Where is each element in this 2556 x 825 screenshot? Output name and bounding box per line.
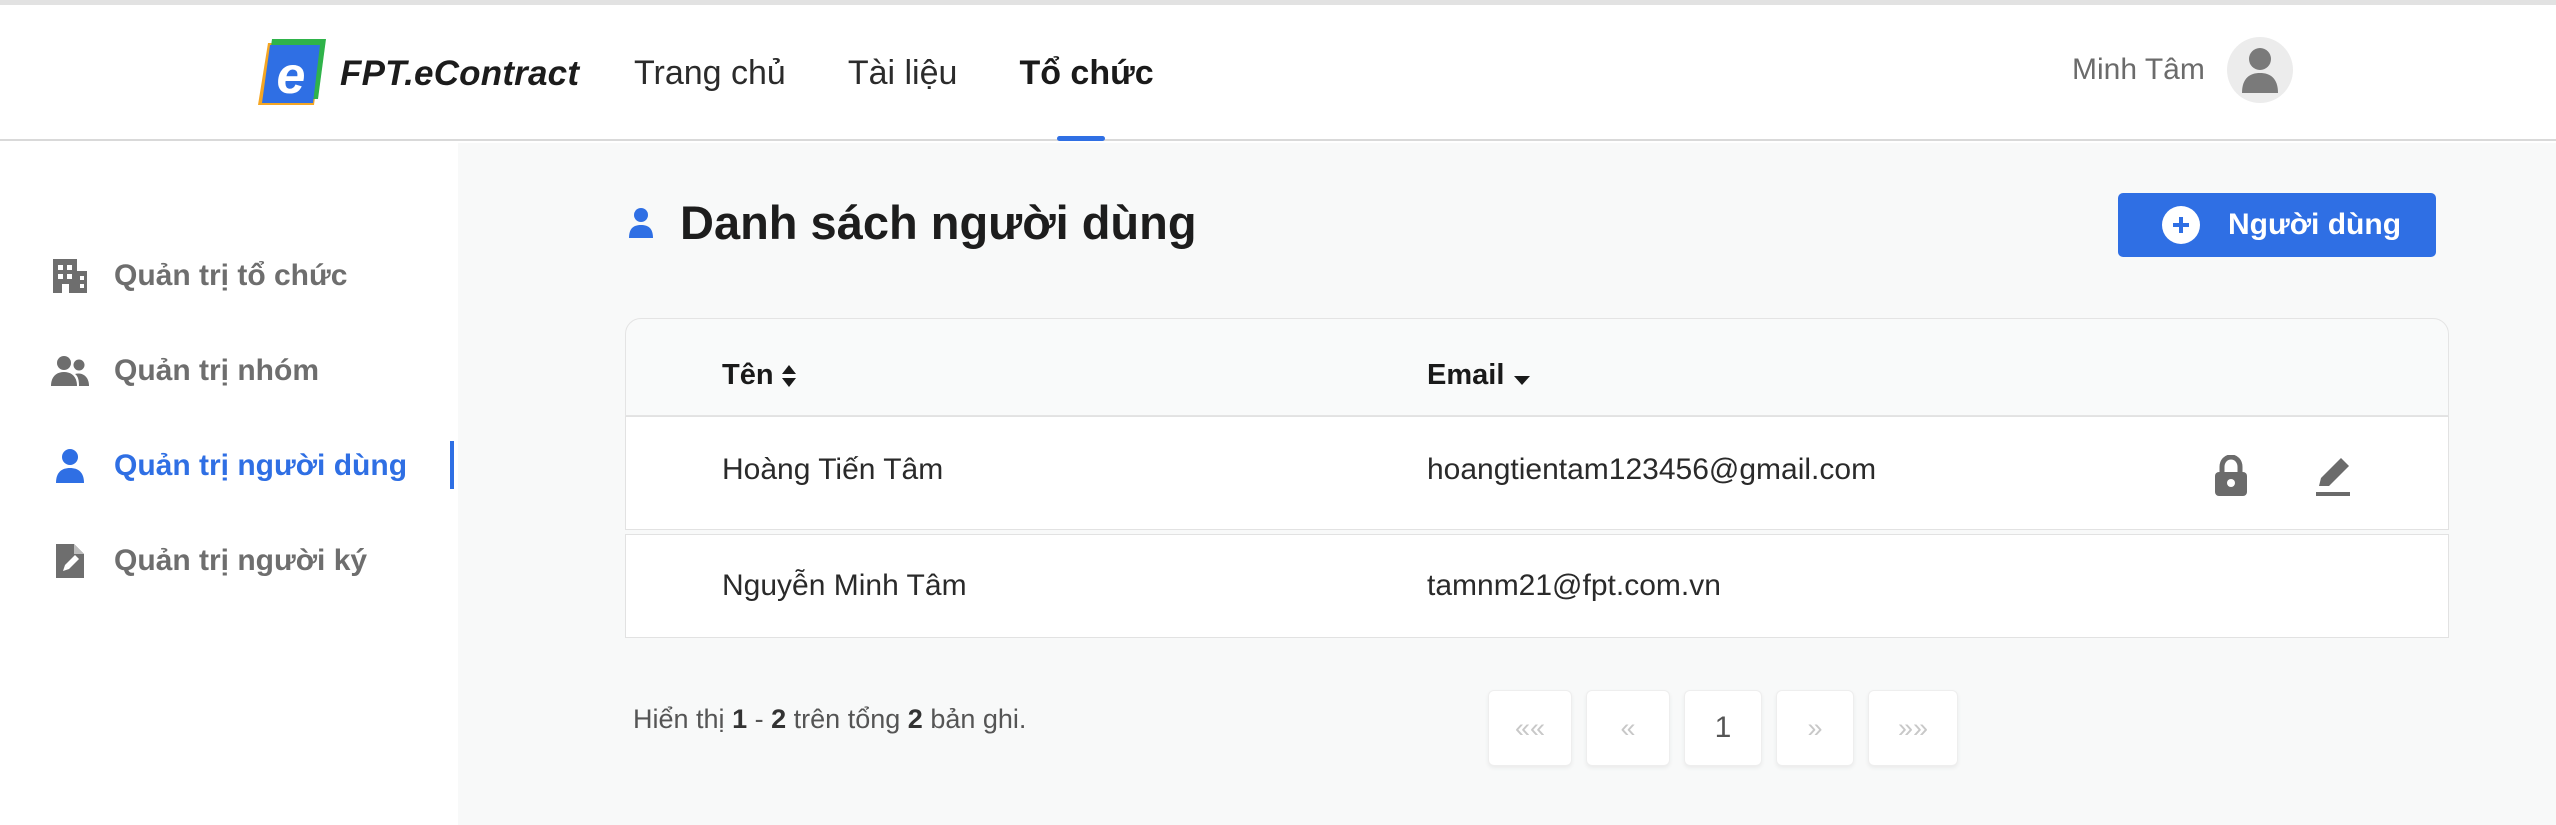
app-header: e FPT.eContract Trang chủ Tài liệu Tổ ch… (0, 5, 2556, 141)
nav-home[interactable]: Trang chủ (634, 5, 786, 141)
user-menu[interactable]: Minh Tâm (2072, 37, 2293, 103)
building-icon (50, 256, 90, 296)
fpt-econtract-logo-icon: e (256, 39, 326, 109)
next-page-button[interactable]: » (1776, 690, 1854, 766)
summary-dash: - (754, 704, 764, 734)
table-header: Tên Email (625, 318, 2449, 416)
lock-icon[interactable] (2209, 453, 2253, 499)
summary-middle: trên tổng (793, 704, 901, 734)
records-summary: Hiển thị 1 - 2 trên tổng 2 bản ghi. (633, 704, 1026, 735)
cell-name: Hoàng Tiến Tâm (722, 453, 944, 486)
user-name: Minh Tâm (2072, 53, 2205, 86)
cell-name: Nguyễn Minh Tâm (722, 569, 967, 602)
user-avatar-icon (2241, 48, 2278, 93)
summary-to: 2 (771, 704, 787, 734)
user-icon (629, 207, 653, 238)
sidebar-item-label: Quản trị người dùng (114, 449, 408, 482)
cell-email: tamnm21@fpt.com.vn (1427, 569, 1721, 602)
add-user-button-label: Người dùng (2228, 208, 2402, 241)
column-header-label: Tên (722, 359, 774, 391)
summary-suffix: bản ghi. (930, 704, 1027, 734)
table-row[interactable]: Nguyễn Minh Tâm tamnm21@fpt.com.vn (625, 534, 2449, 638)
plus-circle-icon (2162, 206, 2200, 244)
sidebar-item-label: Quản trị nhóm (114, 354, 319, 387)
column-header-email[interactable]: Email (1427, 359, 1532, 392)
nav-documents[interactable]: Tài liệu (848, 5, 958, 141)
prev-page-button[interactable]: « (1586, 690, 1670, 766)
brand-logo[interactable]: e FPT.eContract (256, 39, 579, 109)
sidebar: Quản trị tổ chức Quản trị nhóm Quản trị … (0, 143, 458, 825)
svg-text:e: e (277, 47, 306, 105)
avatar[interactable] (2226, 37, 2293, 103)
users-icon (50, 351, 90, 391)
column-header-label: Email (1427, 359, 1505, 391)
add-user-button[interactable]: Người dùng (2118, 193, 2436, 257)
table-row[interactable]: Hoàng Tiến Tâm hoangtientam123456@gmail.… (625, 416, 2449, 530)
main-nav: Trang chủ Tài liệu Tổ chức (634, 5, 1216, 141)
sidebar-item-label: Quản trị tổ chức (114, 259, 348, 292)
edit-pencil-icon[interactable] (2311, 453, 2355, 499)
first-page-button[interactable]: «« (1488, 690, 1572, 766)
file-signature-icon (50, 541, 90, 581)
last-page-button[interactable]: »» (1868, 690, 1958, 766)
sidebar-item-organization-admin[interactable]: Quản trị tổ chức (0, 241, 458, 311)
sidebar-item-group-admin[interactable]: Quản trị nhóm (0, 336, 458, 406)
column-header-name[interactable]: Tên (722, 359, 798, 392)
user-icon (50, 446, 90, 486)
pagination: «« « 1 » »» (1488, 690, 1972, 766)
page-heading: Danh sách người dùng (628, 195, 1197, 250)
cell-email: hoangtientam123456@gmail.com (1427, 453, 1877, 486)
sidebar-item-label: Quản trị người ký (114, 544, 368, 577)
main-content: Danh sách người dùng Người dùng Tên Emai… (458, 143, 2556, 825)
summary-total: 2 (907, 704, 923, 734)
sidebar-item-user-admin[interactable]: Quản trị người dùng (0, 431, 458, 501)
sort-both-icon (781, 364, 796, 387)
sidebar-item-signer-admin[interactable]: Quản trị người ký (0, 526, 458, 596)
summary-from: 1 (732, 704, 748, 734)
page-1-button[interactable]: 1 (1684, 690, 1762, 766)
nav-organization[interactable]: Tổ chức (1019, 5, 1154, 141)
sort-desc-icon (1514, 375, 1531, 385)
summary-prefix: Hiển thị (633, 704, 725, 734)
brand-name: FPT.eContract (340, 54, 580, 93)
page-title: Danh sách người dùng (680, 196, 1197, 249)
